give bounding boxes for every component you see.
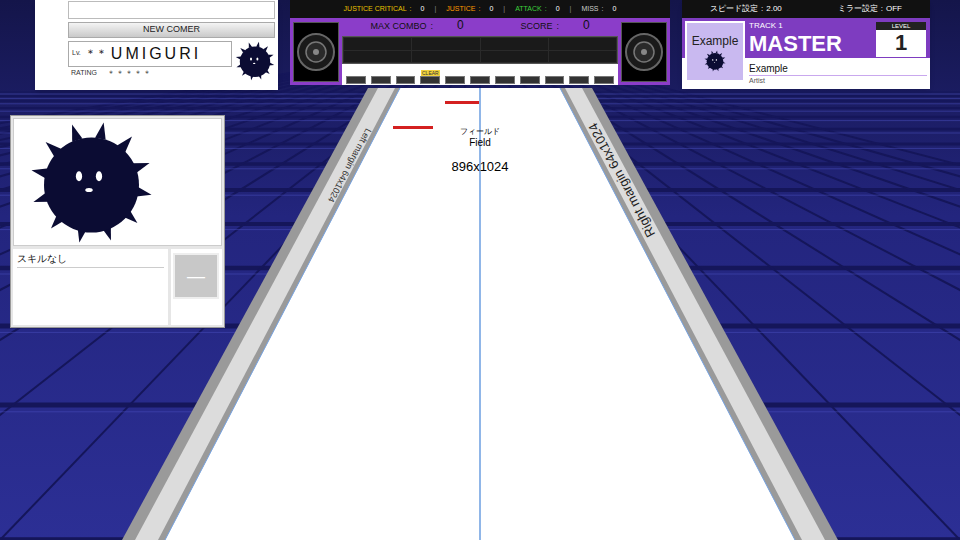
jacket-text: Example bbox=[692, 32, 739, 50]
track-number: TRACK 1 bbox=[749, 21, 875, 31]
name-field[interactable] bbox=[68, 1, 275, 19]
character-image bbox=[13, 118, 222, 246]
gauge-cell bbox=[371, 76, 391, 84]
left-speaker bbox=[293, 22, 339, 82]
gauge-cell bbox=[470, 76, 490, 84]
gauge-cell bbox=[569, 76, 589, 84]
track-title: Example bbox=[749, 63, 927, 76]
judgement-bar: JUSTICE CRITICAL:0 | JUSTICE:0 | ATTACK:0 | MI… bbox=[290, 0, 670, 18]
jacket-character-icon bbox=[704, 50, 726, 72]
rating-label: RATING bbox=[71, 68, 97, 79]
player-name-box: Lv. ＊＊UMIGURI bbox=[68, 41, 232, 67]
player-avatar-icon bbox=[235, 41, 275, 81]
judgement: JUSTICE CRITICAL:0 bbox=[344, 4, 425, 15]
field-size: 896x1024 bbox=[451, 159, 508, 174]
score-gauge bbox=[342, 36, 618, 64]
player-level: ＊＊ bbox=[85, 45, 107, 62]
skill-name: スキルなし bbox=[17, 251, 164, 268]
center-line bbox=[479, 88, 481, 540]
separator: | bbox=[570, 4, 572, 15]
speaker-icon bbox=[624, 32, 664, 72]
gauge-cell bbox=[420, 76, 440, 84]
gauge-cell bbox=[445, 76, 465, 84]
skill-icon: — bbox=[173, 253, 219, 299]
field-lane bbox=[165, 88, 795, 540]
separator: | bbox=[503, 4, 505, 15]
field-info: フィールドField 896x1024 bbox=[420, 126, 540, 174]
track-artist: Artist bbox=[749, 76, 927, 86]
player-title: NEW COMER bbox=[68, 22, 275, 38]
character-panel: スキルなし — bbox=[10, 115, 225, 328]
gauge-cell bbox=[594, 76, 614, 84]
separator: | bbox=[434, 4, 436, 15]
field-label-en: Field bbox=[469, 137, 491, 149]
clear-gauge: CLEAR bbox=[342, 64, 618, 85]
gauge-cell bbox=[346, 76, 366, 84]
judgement: MISS:0 bbox=[581, 4, 616, 15]
difficulty: MASTER bbox=[749, 31, 875, 56]
player-panel: NEW COMER Lv. ＊＊UMIGURI RATING ＊＊＊＊＊ bbox=[35, 0, 278, 90]
judgement: JUSTICE:0 bbox=[446, 4, 493, 15]
score: SCORE:0 bbox=[520, 20, 589, 34]
score-panel: JUSTICE CRITICAL:0 | JUSTICE:0 | ATTACK:0 | MI… bbox=[290, 0, 670, 85]
note bbox=[393, 126, 433, 129]
level-box: LEVEL1 bbox=[875, 21, 927, 58]
judgement: ATTACK:0 bbox=[515, 4, 559, 15]
level-label: Lv. bbox=[72, 48, 81, 59]
track-panel: スピード設定:2.00 ミラー設定:OFF Example TRACK 1MASTER… bbox=[682, 0, 930, 87]
right-speaker bbox=[621, 22, 667, 82]
speaker-icon bbox=[296, 32, 336, 72]
setting: スピード設定:2.00 bbox=[710, 3, 782, 15]
rating-value: ＊＊＊＊＊ bbox=[107, 68, 152, 80]
note bbox=[445, 101, 479, 104]
max-combo: MAX COMBO:0 bbox=[370, 20, 463, 34]
gauge-cell bbox=[545, 76, 565, 84]
jacket: Example bbox=[685, 21, 745, 82]
setting: ミラー設定:OFF bbox=[838, 3, 902, 15]
settings-bar: スピード設定:2.00 ミラー設定:OFF bbox=[682, 0, 930, 18]
game-screen: Left margin 64x1024Right margin 64x1024フ… bbox=[0, 0, 960, 540]
gauge-cell bbox=[396, 76, 416, 84]
gauge-cell bbox=[495, 76, 515, 84]
track-level: 1 bbox=[895, 30, 907, 56]
character-icon bbox=[29, 120, 154, 245]
player-name: UMIGURI bbox=[111, 42, 201, 66]
gauge-cell bbox=[520, 76, 540, 84]
field-label-ja: フィールド bbox=[460, 126, 500, 137]
